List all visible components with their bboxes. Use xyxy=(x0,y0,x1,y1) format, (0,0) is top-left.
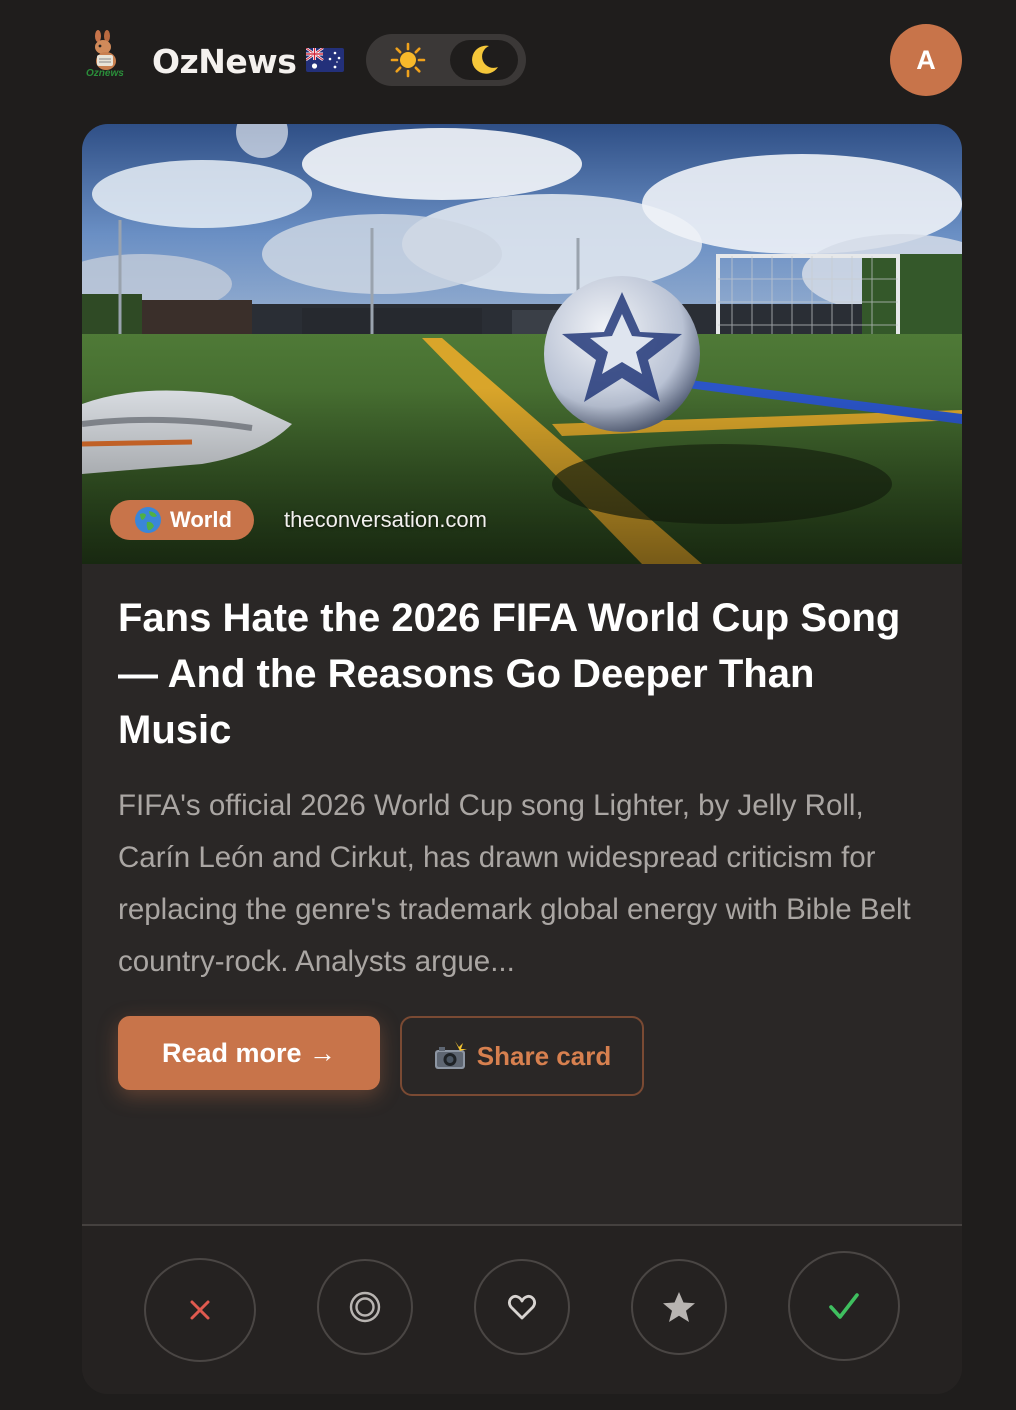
oznews-logo[interactable]: Oznews xyxy=(84,30,132,82)
user-avatar[interactable]: A xyxy=(890,24,962,96)
moon-icon xyxy=(472,45,498,74)
article-card[interactable]: World theconversation.com Fans Hate the … xyxy=(82,124,962,1394)
article-summary: FIFA's official 2026 World Cup song Ligh… xyxy=(118,789,911,978)
article-title[interactable]: Fans Hate the 2026 FIFA World Cup Song —… xyxy=(118,590,918,758)
category-badge[interactable]: World xyxy=(110,500,254,540)
read-later-button[interactable] xyxy=(317,1259,413,1355)
logo-text: Oznews xyxy=(86,68,124,79)
app-header: Oznews OzNews A xyxy=(0,0,1016,120)
share-card-label: Share card xyxy=(476,1040,612,1071)
check-icon xyxy=(829,1293,859,1319)
camera-flash-icon xyxy=(434,1041,467,1069)
read-more-button[interactable]: Read more → xyxy=(118,1016,380,1090)
favorite-button[interactable] xyxy=(631,1259,727,1355)
card-action-bar xyxy=(82,1226,962,1394)
light-mode-option[interactable] xyxy=(374,40,442,80)
sun-icon xyxy=(390,42,426,78)
like-button[interactable] xyxy=(474,1259,570,1355)
dark-mode-option[interactable] xyxy=(450,40,518,80)
target-circle-icon xyxy=(349,1291,381,1323)
close-icon xyxy=(190,1300,210,1320)
article-source[interactable]: theconversation.com xyxy=(284,504,487,536)
heart-icon xyxy=(507,1294,537,1320)
skip-button[interactable] xyxy=(144,1258,256,1362)
category-label: World xyxy=(170,507,232,532)
star-icon xyxy=(663,1292,695,1322)
share-card-button[interactable]: Share card xyxy=(400,1016,644,1096)
globe-icon xyxy=(135,507,161,533)
done-button[interactable] xyxy=(788,1251,900,1361)
theme-toggle[interactable] xyxy=(366,34,526,86)
australia-flag-icon xyxy=(305,46,344,72)
article-hero-image: World theconversation.com xyxy=(82,124,962,564)
brand-title[interactable]: OzNews xyxy=(152,38,297,86)
